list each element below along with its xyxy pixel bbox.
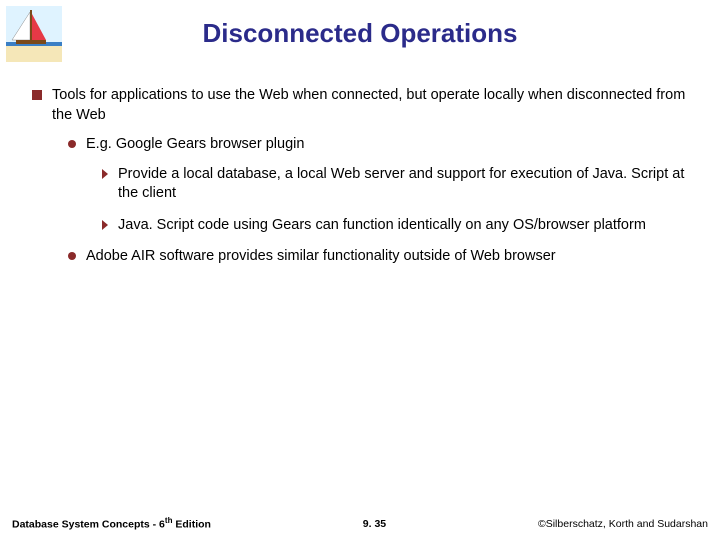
bullet-level1: Tools for applications to use the Web wh… — [32, 86, 688, 125]
sailboat-logo — [6, 6, 62, 62]
bullet-text: Provide a local database, a local Web se… — [118, 165, 688, 204]
footer-page-number: 9. 35 — [363, 518, 386, 530]
bullet-level3: Provide a local database, a local Web se… — [102, 165, 688, 204]
bullet-text: E.g. Google Gears browser plugin — [86, 135, 304, 155]
disc-bullet-icon — [68, 140, 76, 148]
triangle-bullet-icon — [102, 169, 108, 179]
triangle-bullet-icon — [102, 220, 108, 230]
square-bullet-icon — [32, 90, 42, 100]
footer-book-title-prefix: Database System Concepts - 6 — [12, 518, 165, 530]
bullet-level3: Java. Script code using Gears can functi… — [102, 216, 688, 236]
slide-title: Disconnected Operations — [0, 0, 720, 49]
disc-bullet-icon — [68, 252, 76, 260]
bullet-text: Tools for applications to use the Web wh… — [52, 86, 688, 125]
bullet-level2: Adobe AIR software provides similar func… — [68, 247, 688, 267]
footer-left: Database System Concepts - 6th Edition — [12, 516, 211, 531]
slide-body: Tools for applications to use the Web wh… — [32, 86, 688, 277]
footer-book-title-suffix: Edition — [172, 518, 211, 530]
bullet-level2: E.g. Google Gears browser plugin — [68, 135, 688, 155]
slide-footer: Database System Concepts - 6th Edition 9… — [0, 516, 720, 531]
bullet-text: Java. Script code using Gears can functi… — [118, 216, 646, 236]
footer-copyright: ©Silberschatz, Korth and Sudarshan — [538, 518, 708, 530]
bullet-text: Adobe AIR software provides similar func… — [86, 247, 556, 267]
